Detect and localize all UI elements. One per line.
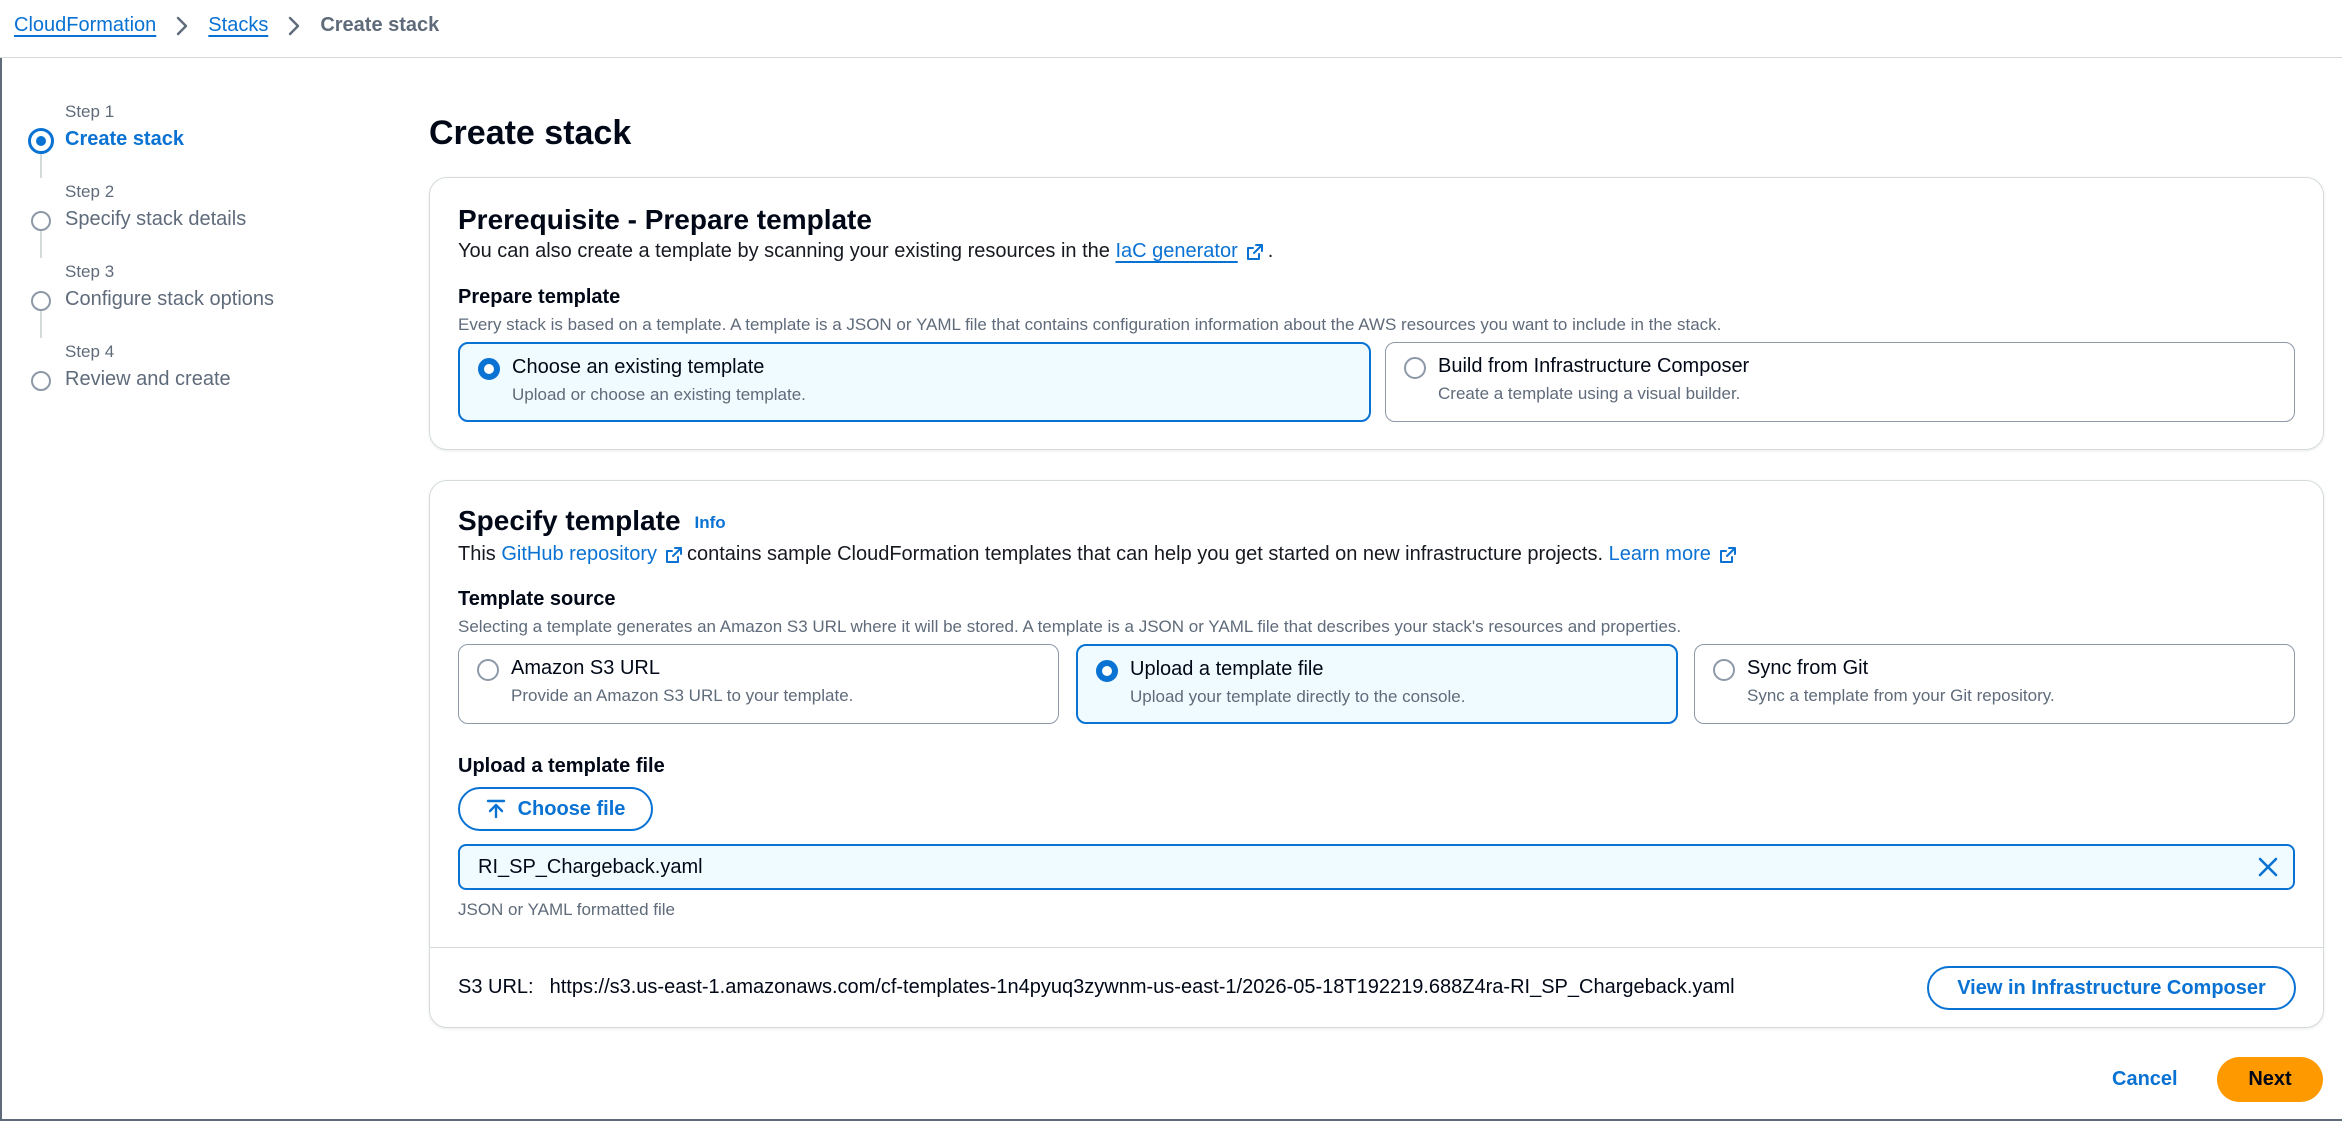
step-title: Specify stack details (65, 208, 247, 230)
external-link-icon (665, 546, 683, 564)
external-link-icon (1246, 243, 1264, 261)
source-s3-url[interactable]: Amazon S3 URL Provide an Amazon S3 URL t… (458, 644, 1059, 724)
s3-url-label: S3 URL: (458, 976, 534, 998)
learn-more-link[interactable]: Learn more (1609, 543, 1711, 566)
option-description: Sync a template from your Git repository… (1747, 686, 2055, 705)
option-title: Build from Infrastructure Composer (1438, 355, 1750, 377)
view-in-composer-button[interactable]: View in Infrastructure Composer (1927, 966, 2296, 1010)
chevron-right-icon (176, 16, 188, 36)
option-title: Amazon S3 URL (511, 657, 660, 679)
wizard-steps: Step 1 Create stack Step 2 Specify stack… (24, 100, 384, 400)
step-indicator-icon (31, 371, 51, 391)
step-title[interactable]: Create stack (65, 128, 184, 151)
source-sync-git[interactable]: Sync from Git Sync a template from your … (1694, 644, 2295, 724)
s3-url-value: https://s3.us-east-1.amazonaws.com/cf-te… (549, 976, 1735, 998)
prerequisite-intro: You can also create a template by scanni… (458, 240, 1273, 263)
next-button[interactable]: Next (2217, 1057, 2323, 1102)
option-description: Create a template using a visual builder… (1438, 384, 1741, 403)
specify-heading-text: Specify template (458, 505, 681, 536)
option-existing-template[interactable]: Choose an existing template Upload or ch… (458, 342, 1371, 422)
choose-file-button[interactable]: Choose file (458, 787, 653, 831)
intro-period: . (1267, 240, 1274, 262)
prerequisite-card: Prerequisite - Prepare template You can … (429, 177, 2324, 450)
prerequisite-heading: Prerequisite - Prepare template (458, 204, 872, 235)
option-description: Provide an Amazon S3 URL to your templat… (511, 686, 854, 705)
page-title: Create stack (429, 114, 632, 152)
frame-left-border (0, 58, 2, 1121)
file-name: RI_SP_Chargeback.yaml (478, 856, 703, 878)
external-link-icon (1719, 546, 1737, 564)
s3-url-row: S3 URL: https://s3.us-east-1.amazonaws.co… (458, 976, 1735, 999)
radio-icon[interactable] (477, 659, 499, 681)
option-description: Upload or choose an existing template. (512, 385, 806, 404)
radio-icon[interactable] (1404, 357, 1426, 379)
github-repository-link[interactable]: GitHub repository (501, 543, 657, 566)
option-infrastructure-composer[interactable]: Build from Infrastructure Composer Creat… (1385, 342, 2295, 422)
top-bar: CloudFormation Stacks Create stack (0, 0, 2342, 58)
template-source-label: Template source (458, 588, 616, 610)
upload-icon (486, 799, 506, 819)
choose-file-label: Choose file (517, 797, 626, 820)
specify-template-card: Specify template Info This GitHub reposit… (429, 480, 2324, 1028)
upload-template-label: Upload a template file (458, 755, 665, 777)
info-link[interactable]: Info (695, 513, 726, 532)
radio-icon[interactable] (1096, 660, 1118, 682)
step-number: Step 2 (65, 182, 115, 201)
step-indicator-icon (31, 291, 51, 311)
breadcrumb-stacks[interactable]: Stacks (208, 14, 268, 37)
template-source-description: Selecting a template generates an Amazon… (458, 617, 1682, 636)
file-format-hint: JSON or YAML formatted file (458, 900, 675, 919)
option-title: Upload a template file (1130, 658, 1324, 680)
option-description: Upload your template directly to the con… (1130, 687, 1466, 706)
step-number: Step 1 (65, 102, 115, 121)
step-title: Review and create (65, 368, 231, 390)
option-title: Choose an existing template (512, 356, 765, 378)
step-number: Step 4 (65, 342, 115, 361)
close-icon[interactable] (2257, 856, 2279, 878)
radio-icon[interactable] (478, 358, 500, 380)
iac-generator-link[interactable]: IaC generator (1115, 240, 1237, 263)
intro-text: This (458, 543, 496, 565)
card-divider (430, 947, 2323, 948)
specify-intro: This GitHub repository contains sample C… (458, 543, 1741, 566)
option-title: Sync from Git (1747, 657, 1869, 679)
step-indicator-icon (31, 211, 51, 231)
step-title: Configure stack options (65, 288, 275, 310)
intro-text: You can also create a template by scanni… (458, 240, 1110, 262)
breadcrumb-cloudformation[interactable]: CloudFormation (14, 14, 156, 37)
step-indicator-icon (28, 128, 54, 154)
prepare-template-label: Prepare template (458, 286, 621, 308)
step-number: Step 3 (65, 262, 115, 281)
intro-text: contains sample CloudFormation templates… (686, 543, 1604, 565)
prepare-template-description: Every stack is based on a template. A te… (458, 315, 1722, 334)
specify-template-heading: Specify template Info (458, 505, 726, 537)
source-upload-file[interactable]: Upload a template file Upload your templ… (1076, 644, 1678, 724)
radio-icon[interactable] (1713, 659, 1735, 681)
breadcrumb: CloudFormation Stacks Create stack (14, 14, 439, 37)
selected-file-token: RI_SP_Chargeback.yaml (458, 844, 2295, 890)
breadcrumb-current: Create stack (320, 14, 440, 36)
cancel-button[interactable]: Cancel (2112, 1068, 2178, 1091)
chevron-right-icon (288, 16, 300, 36)
